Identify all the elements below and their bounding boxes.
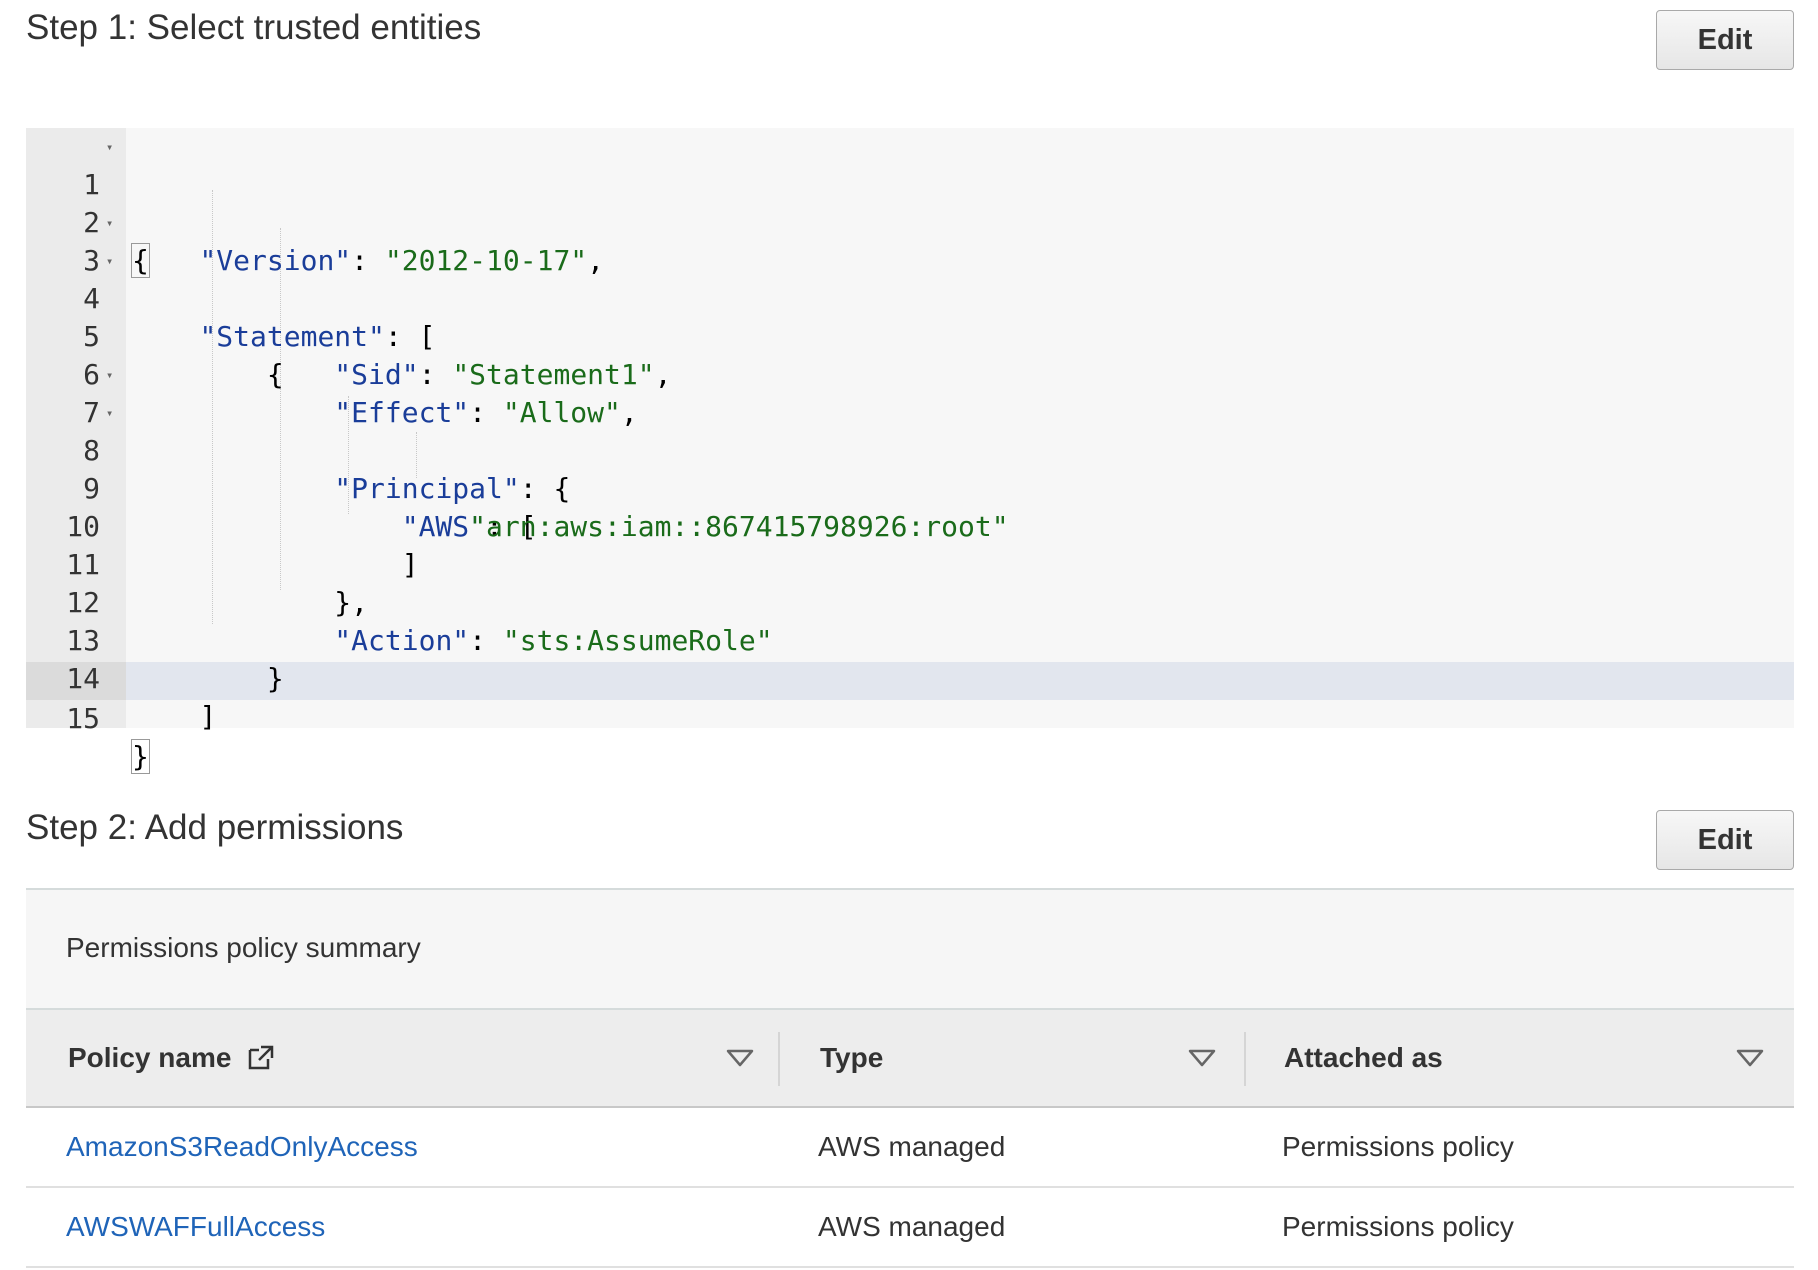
step2-title: Step 2: Add permissions [26,808,404,847]
code-line: 2 "Version": "2012-10-17", [26,166,1794,277]
policy-type: AWS managed [818,1131,1006,1162]
trust-policy-editor[interactable]: 1 ▾ { 2 "Version": "2012-10-17", 3 ▾ "St… [26,128,1794,774]
code-line: 14 ] [26,622,1794,733]
external-link-icon [248,1045,274,1070]
table-row: AmazonS3ReadOnlyAccess AWS managed Permi… [26,1108,1794,1188]
column-header-type[interactable]: Type [820,1010,883,1106]
policy-attached-as: Permissions policy [1282,1131,1514,1162]
policy-name-link[interactable]: AWSWAFFullAccess [66,1188,325,1266]
permissions-summary: Permissions policy summary Policy name T… [26,888,1794,1270]
code-line: 5 "Sid": "Statement1", [26,280,1794,391]
code-line: 3 ▾ "Statement": [ [26,204,1794,353]
fold-arrow-icon[interactable]: ▾ [106,128,113,166]
step1-edit-button[interactable]: Edit [1656,10,1794,70]
fold-arrow-icon[interactable]: ▾ [106,356,113,394]
code-line: 10 ] [26,470,1794,581]
code-line: 6 "Effect": "Allow", [26,318,1794,429]
step1-header: Step 1: Select trusted entities Edit [26,0,1794,70]
sort-caret-icon[interactable] [726,1048,754,1068]
code-line: 7 ▾ "Principal": { [26,356,1794,505]
sort-caret-icon[interactable] [1736,1048,1764,1068]
code-line: 8 ▾ "AWS": [ [26,394,1794,543]
column-header-attached-as[interactable]: Attached as [1284,1010,1443,1106]
table-row: AWSWAFFullAccess AWS managed Permissions… [26,1188,1794,1268]
step1-title: Step 1: Select trusted entities [26,8,482,47]
code-line: 9 "arn:aws:iam::867415798926:root" [26,432,1794,543]
code-line: 13 } [26,584,1794,695]
policy-attached-as: Permissions policy [1282,1211,1514,1242]
table-header: Policy name Type Attached as [26,1010,1794,1108]
fold-arrow-icon[interactable]: ▾ [106,204,113,242]
step2-header: Step 2: Add permissions Edit [26,800,1794,870]
column-divider [1244,1032,1246,1086]
column-header-policy-name[interactable]: Policy name [68,1010,275,1106]
fold-arrow-icon[interactable]: ▾ [106,242,113,280]
summary-title: Permissions policy summary [66,932,421,963]
code-line: 15 } [26,662,1794,774]
line-number: 15 [66,702,100,735]
code-line: 4 ▾ { [26,242,1794,391]
summary-header: Permissions policy summary [26,890,1794,1010]
column-divider [778,1032,780,1086]
code-line: 1 ▾ { [26,128,1794,278]
step2-edit-button[interactable]: Edit [1656,810,1794,870]
policy-type: AWS managed [818,1211,1006,1242]
sort-caret-icon[interactable] [1188,1048,1216,1068]
code-line: 11 }, [26,508,1794,619]
policy-name-link[interactable]: AmazonS3ReadOnlyAccess [66,1108,418,1186]
fold-arrow-icon[interactable]: ▾ [106,394,113,432]
code-line: 12 "Action": "sts:AssumeRole" [26,546,1794,657]
